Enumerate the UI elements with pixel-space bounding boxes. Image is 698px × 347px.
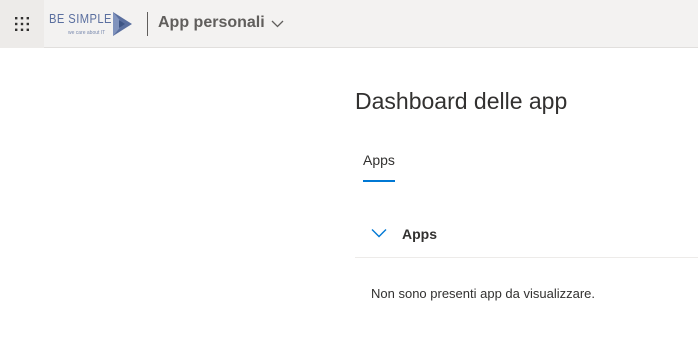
chevron-down-icon	[271, 20, 284, 28]
main-content: Dashboard delle app Apps Apps Non sono p…	[355, 48, 698, 347]
tab-selected-indicator	[363, 180, 395, 182]
chevron-down-icon	[371, 229, 387, 238]
app-launcher-button[interactable]	[0, 0, 44, 48]
tab-apps[interactable]: Apps	[363, 152, 395, 182]
play-triangle-icon	[113, 12, 132, 36]
logo-tagline: we care about IT	[68, 30, 106, 36]
apps-group-header[interactable]: Apps	[355, 212, 698, 258]
header-divider	[147, 12, 148, 36]
company-logo[interactable]: BE SIMPLE we care about IT	[49, 11, 135, 39]
logo-text: BE SIMPLE	[49, 11, 112, 26]
apps-group-label: Apps	[402, 226, 437, 242]
tab-apps-label: Apps	[363, 152, 395, 168]
app-launcher-icon	[15, 17, 29, 31]
page-title: Dashboard delle app	[355, 88, 568, 114]
empty-state-message: Non sono presenti app da visualizzare.	[371, 286, 596, 301]
app-switcher-dropdown[interactable]: App personali	[158, 14, 284, 32]
top-bar: BE SIMPLE we care about IT App personali	[0, 0, 698, 48]
tab-list: Apps	[363, 152, 395, 182]
app-switcher-label: App personali	[158, 14, 265, 31]
